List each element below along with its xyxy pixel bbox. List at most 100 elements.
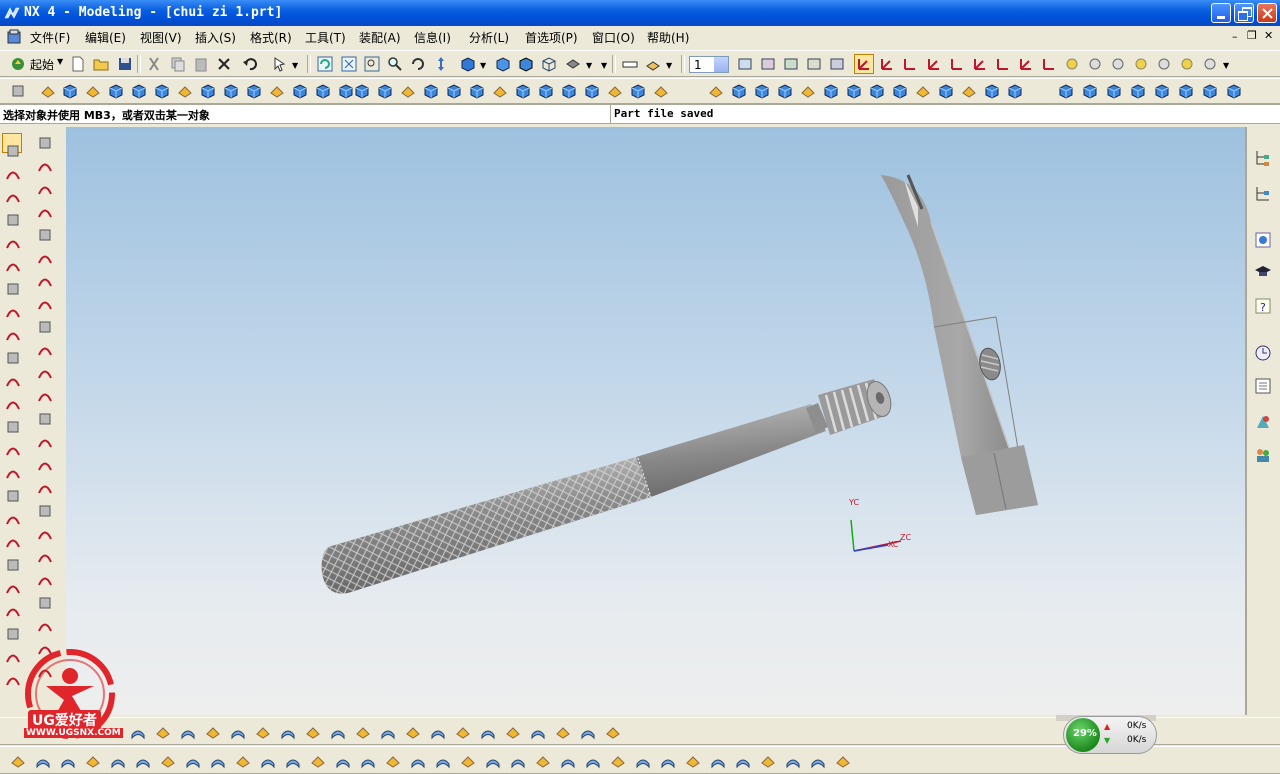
edit-feature-1-icon[interactable] [354,83,370,99]
pan-icon[interactable] [433,56,449,72]
sketch-tool-2-icon[interactable] [37,158,53,174]
curve-tool-23-icon[interactable] [5,649,21,665]
sketch-tool-21-icon[interactable] [37,595,53,611]
curve-tool-18-icon[interactable] [5,534,21,550]
close-button[interactable] [1257,3,1277,23]
freeform-tool-23-icon[interactable] [560,753,576,769]
surface-tool-6-icon[interactable] [1178,83,1194,99]
analysis-tool-12-icon[interactable] [961,83,977,99]
menu-insert[interactable]: 插入(S) [195,29,236,46]
snap-quadrant-icon[interactable] [1202,56,1218,72]
part-navigator-icon[interactable] [1254,185,1272,203]
start-button[interactable]: 起始 [30,56,54,73]
analysis-tool-13-icon[interactable] [984,83,1000,99]
feature-tool-6-icon[interactable] [177,83,193,99]
sketch-tool-5-icon[interactable] [37,227,53,243]
wcs-rotate-icon[interactable] [902,56,918,72]
curve-tool-9-icon[interactable] [5,327,21,343]
curve-tool-14-icon[interactable] [5,442,21,458]
surface-tool-3-icon[interactable] [1106,83,1122,99]
datum-plane-icon[interactable] [40,83,56,99]
sketch-tool-10-icon[interactable] [37,342,53,358]
curve-tool-4-icon[interactable] [5,212,21,228]
surface-tool-2-icon[interactable] [1082,83,1098,99]
feature-tool-5-icon[interactable] [154,83,170,99]
feature-tool-10-icon[interactable] [269,83,285,99]
palette-icon[interactable] [1254,377,1272,395]
wcs-icon[interactable] [829,56,845,72]
feature-tool-7-icon[interactable] [200,83,216,99]
snap-intersect-icon[interactable] [1156,56,1172,72]
feature-tool-1-icon[interactable] [62,83,78,99]
minimize-button[interactable] [1211,3,1231,23]
edit-feature-3-icon[interactable] [400,83,416,99]
analysis-tool-7-icon[interactable] [846,83,862,99]
freeform-tool-18-icon[interactable] [435,753,451,769]
bottom-tool-12-icon[interactable] [405,724,421,740]
graphics-window[interactable]: YC ZC XC [66,127,1245,715]
work-layer-select[interactable]: 1 [689,56,729,73]
sketch-tool-8-icon[interactable] [37,296,53,312]
curve-tool-8-icon[interactable] [5,304,21,320]
sketch-tool-18-icon[interactable] [37,526,53,542]
freeform-tool-4-icon[interactable] [85,753,101,769]
view-orient-icon[interactable] [565,56,581,72]
analysis-tool-4-icon[interactable] [777,83,793,99]
wcs-change-xc-icon[interactable] [972,56,988,72]
restore-button[interactable] [1234,3,1254,23]
menu-analysis[interactable]: 分析(L) [469,29,509,46]
chevron-down-icon[interactable]: ▼ [480,61,486,70]
bottom-tool-17-icon[interactable] [530,724,546,740]
freeform-tool-6-icon[interactable] [135,753,151,769]
feature-tool-3-icon[interactable] [108,83,124,99]
freeform-tool-11-icon[interactable] [260,753,276,769]
bottom-tool-16-icon[interactable] [505,724,521,740]
history-icon[interactable] [1254,344,1272,362]
edit-feature-14-icon[interactable] [653,83,669,99]
delete-icon[interactable] [216,56,232,72]
sketch-tool-16-icon[interactable] [37,480,53,496]
copy-icon[interactable] [170,56,186,72]
wireframe-icon[interactable] [541,56,557,72]
freeform-tool-30-icon[interactable] [735,753,751,769]
surface-tool-5-icon[interactable] [1154,83,1170,99]
curve-tool-16-icon[interactable] [5,488,21,504]
bottom-tool-19-icon[interactable] [580,724,596,740]
mdi-restore-icon[interactable]: ❐ [1247,29,1257,42]
sketch-tool-15-icon[interactable] [37,457,53,473]
bottom-tool-3-icon[interactable] [180,724,196,740]
menu-window[interactable]: 窗口(O) [592,29,635,46]
cut-icon[interactable] [146,56,162,72]
bottom-tool-4-icon[interactable] [205,724,221,740]
curve-tool-10-icon[interactable] [5,350,21,366]
mdi-close-icon[interactable]: ✕ [1264,29,1273,42]
freeform-tool-16-icon[interactable] [385,753,401,769]
sketch-tool-22-icon[interactable] [37,618,53,634]
freeform-tool-34-icon[interactable] [835,753,851,769]
sketch-tool-1-icon[interactable] [37,135,53,151]
layer-visible-icon[interactable] [760,56,776,72]
curve-tool-1-icon[interactable] [5,143,21,159]
edit-feature-5-icon[interactable] [446,83,462,99]
save-icon[interactable] [117,56,133,72]
chevron-down-icon[interactable]: ▼ [666,61,672,70]
selection-filter-icon[interactable] [272,56,288,72]
freeform-tool-5-icon[interactable] [110,753,126,769]
chevron-down-icon[interactable]: ▼ [292,61,298,70]
menu-tools[interactable]: 工具(T) [305,29,346,46]
analysis-tool-9-icon[interactable] [892,83,908,99]
curve-tool-11-icon[interactable] [5,373,21,389]
freeform-tool-10-icon[interactable] [235,753,251,769]
bottom-tool-11-icon[interactable] [380,724,396,740]
freeform-tool-3-icon[interactable] [60,753,76,769]
feature-nav-icon[interactable] [10,83,26,99]
curve-tool-5-icon[interactable] [5,235,21,251]
edit-feature-2-icon[interactable] [377,83,393,99]
mdi-minimize-icon[interactable]: – [1232,30,1238,43]
curve-tool-24-icon[interactable] [5,672,21,688]
curve-tool-22-icon[interactable] [5,626,21,642]
sketch-tool-12-icon[interactable] [37,388,53,404]
bottom-tool-5-icon[interactable] [230,724,246,740]
freeform-tool-27-icon[interactable] [660,753,676,769]
analysis-tool-14-icon[interactable] [1007,83,1023,99]
